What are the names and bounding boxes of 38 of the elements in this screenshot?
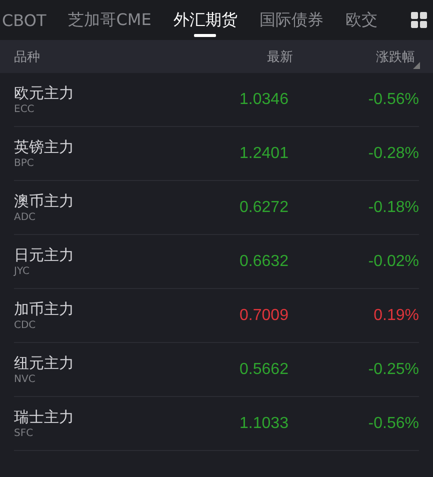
change-percent: -0.18% xyxy=(367,198,419,216)
tab[interactable]: 国际债券 xyxy=(248,0,334,40)
change-percent: -0.25% xyxy=(367,360,419,378)
change-percent: 0.19% xyxy=(372,306,419,324)
column-header: 最新 xyxy=(266,48,294,66)
change-percent: -0.56% xyxy=(367,414,419,432)
instrument-name: 纽元主力 xyxy=(14,354,75,373)
tab[interactable]: 外汇期货 xyxy=(162,0,248,40)
instrument-name: 澳币主力 xyxy=(14,192,75,211)
instrument-code: BPC xyxy=(14,158,35,169)
price: 1.0346 xyxy=(238,90,290,108)
price: 0.5662 xyxy=(238,360,290,378)
column-header: 品种 xyxy=(14,48,41,66)
price: 0.6272 xyxy=(238,198,290,216)
tab[interactable]: 芝加哥CME xyxy=(57,0,162,40)
tab[interactable]: 欧交 xyxy=(334,0,388,40)
change-percent: -0.02% xyxy=(367,252,419,270)
change-percent: -0.56% xyxy=(367,90,419,108)
instrument-name: 瑞士主力 xyxy=(14,408,75,427)
grid-icon[interactable] xyxy=(411,12,427,28)
instrument-code: NVC xyxy=(14,374,36,385)
price: 0.7009 xyxy=(238,306,290,324)
change-percent: -0.28% xyxy=(367,144,419,162)
sort-icon[interactable] xyxy=(413,62,420,69)
price: 1.2401 xyxy=(238,144,290,162)
instrument-code: ECC xyxy=(14,104,36,115)
instrument-code: JYC xyxy=(14,266,30,277)
instrument-name: 英镑主力 xyxy=(14,138,75,157)
price: 0.6632 xyxy=(238,252,290,270)
column-header[interactable]: 涨跌幅 xyxy=(335,48,419,66)
instrument-name: 加币主力 xyxy=(14,300,75,319)
price: 1.1033 xyxy=(238,414,290,432)
instrument-name: 欧元主力 xyxy=(14,84,75,103)
instrument-name: 日元主力 xyxy=(14,246,75,265)
tab[interactable]: CBOT xyxy=(0,0,58,40)
instrument-code: CDC xyxy=(14,320,37,331)
instrument-code: ADC xyxy=(14,212,37,223)
instrument-code: SFC xyxy=(14,428,34,439)
